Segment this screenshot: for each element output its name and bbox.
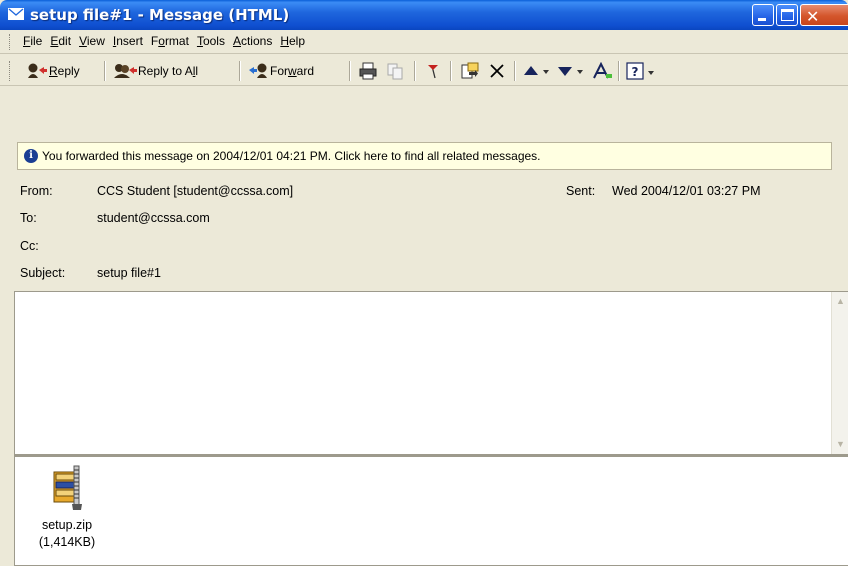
- menu-tools[interactable]: Tools: [193, 34, 229, 48]
- to-label: To:: [20, 211, 37, 225]
- copy-button[interactable]: [386, 60, 404, 82]
- subject-label: Subject:: [20, 266, 66, 280]
- attachment-size: (1,414KB): [38, 535, 96, 549]
- from-value[interactable]: CCS Student [student@ccssa.com]: [97, 184, 293, 198]
- toolbar-separator: [239, 61, 241, 81]
- reply-label: Reply: [49, 64, 80, 78]
- forward-icon: [248, 62, 270, 80]
- delete-button[interactable]: [488, 60, 506, 82]
- move-icon: [460, 62, 480, 80]
- title-bar[interactable]: setup file#1 - Message (HTML) ✕: [0, 0, 848, 30]
- window-title: setup file#1 - Message (HTML): [30, 6, 290, 24]
- menu-edit[interactable]: Edit: [46, 34, 75, 48]
- reply-icon: [26, 62, 48, 80]
- toolbar-separator: [349, 61, 351, 81]
- minimize-button[interactable]: [752, 4, 774, 26]
- close-button[interactable]: ✕: [800, 4, 848, 26]
- maximize-button[interactable]: [776, 4, 798, 26]
- subject-value: setup file#1: [97, 266, 161, 280]
- menu-insert[interactable]: Insert: [109, 34, 147, 48]
- toolbar-grip[interactable]: [9, 61, 12, 81]
- menu-actions[interactable]: Actions: [229, 34, 276, 48]
- scroll-down-icon[interactable]: ▼: [833, 437, 848, 452]
- body-scrollbar[interactable]: ▲ ▼: [831, 292, 848, 454]
- reply-to-all-button[interactable]: Reply to All: [112, 60, 198, 82]
- toolbar-separator: [450, 61, 452, 81]
- zip-archive-icon[interactable]: [50, 464, 84, 515]
- print-icon: [358, 62, 378, 80]
- print-button[interactable]: [358, 60, 378, 82]
- menu-bar: File Edit View Insert Format Tools Actions Help: [0, 30, 848, 54]
- reply-to-all-label: Reply to All: [138, 64, 199, 78]
- toolbar-separator: [618, 61, 620, 81]
- menu-file[interactable]: File: [19, 34, 46, 48]
- cc-label: Cc:: [20, 239, 39, 253]
- from-label: From:: [20, 184, 53, 198]
- sent-label: Sent:: [566, 184, 596, 198]
- maximize-icon: [781, 9, 794, 21]
- scroll-up-icon[interactable]: ▲: [833, 294, 848, 309]
- help-button[interactable]: ?: [626, 60, 656, 82]
- next-item-button[interactable]: [556, 60, 584, 82]
- info-bar[interactable]: i You forwarded this message on 2004/12/…: [17, 142, 832, 170]
- copy-icon: [386, 62, 404, 80]
- close-icon: ✕: [806, 7, 820, 26]
- forward-button[interactable]: Forward: [248, 60, 314, 82]
- sent-value: Wed 2004/12/01 03:27 PM: [612, 184, 761, 198]
- address-book-button[interactable]: [592, 60, 614, 82]
- toolbar-separator: [414, 61, 416, 81]
- delete-icon: [488, 62, 506, 80]
- forward-label: Forward: [270, 64, 315, 78]
- info-icon: i: [24, 149, 38, 163]
- menu-help[interactable]: Help: [276, 34, 309, 48]
- to-value[interactable]: student@ccssa.com: [97, 211, 210, 225]
- minimize-icon: [758, 18, 766, 21]
- menu-format[interactable]: Format: [147, 34, 193, 48]
- message-envelope-icon: [8, 8, 24, 20]
- toolbar-separator: [514, 61, 516, 81]
- move-to-folder-button[interactable]: [460, 60, 480, 82]
- menu-view[interactable]: View: [75, 34, 109, 48]
- standard-toolbar: Reply Reply to All Forward ?: [0, 55, 848, 86]
- next-item-icon: [556, 62, 584, 80]
- info-bar-text[interactable]: You forwarded this message on 2004/12/01…: [42, 149, 541, 163]
- previous-item-icon: [522, 62, 550, 80]
- attachment-name[interactable]: setup.zip: [37, 518, 97, 532]
- toolbar-separator: [104, 61, 106, 81]
- menu-bar-grip[interactable]: [9, 34, 12, 50]
- previous-item-button[interactable]: [522, 60, 550, 82]
- svg-text:?: ?: [632, 65, 639, 79]
- flag-icon: [425, 62, 441, 80]
- message-body[interactable]: ▲ ▼: [14, 291, 848, 455]
- reply-all-icon: [112, 62, 138, 80]
- address-book-icon: [592, 62, 614, 80]
- menu-items: File Edit View Insert Format Tools Actions Help: [19, 34, 309, 48]
- attachment-pane: setup.zip (1,414KB): [14, 455, 848, 566]
- help-icon: ?: [626, 62, 656, 80]
- reply-button[interactable]: Reply: [26, 60, 80, 82]
- follow-up-flag-button[interactable]: [425, 60, 441, 82]
